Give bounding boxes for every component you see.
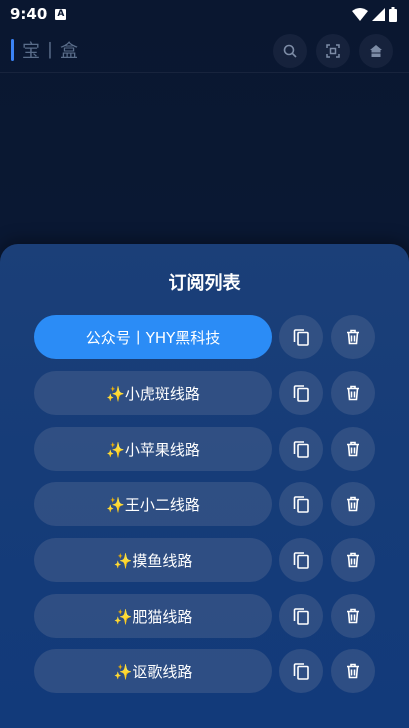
subscription-item[interactable]: ✨摸鱼线路 — [34, 538, 272, 582]
search-button[interactable] — [273, 34, 307, 68]
delete-button[interactable] — [331, 594, 375, 638]
subscription-item[interactable]: ✨小虎斑线路 — [34, 371, 272, 415]
battery-icon — [389, 6, 397, 22]
trash-icon — [347, 608, 359, 624]
copy-icon — [293, 608, 309, 625]
trash-icon — [347, 663, 359, 679]
copy-icon — [293, 441, 309, 458]
delete-button[interactable] — [331, 538, 375, 582]
trash-icon — [347, 441, 359, 457]
subscription-sheet: 订阅列表 公众号丨YHY黑科技 ✨小虎斑线路 ✨小苹果线路 ✨王小二线路 ✨摸鱼… — [0, 244, 409, 728]
home-button[interactable] — [359, 34, 393, 68]
trash-icon — [347, 496, 359, 512]
delete-button[interactable] — [331, 649, 375, 693]
delete-button[interactable] — [331, 315, 375, 359]
scan-icon — [326, 44, 340, 58]
app-title: 宝丨盒 — [22, 41, 79, 62]
subscription-row: ✨王小二线路 — [34, 482, 375, 526]
subscription-item[interactable]: 公众号丨YHY黑科技 — [34, 315, 272, 359]
subscription-item[interactable]: ✨王小二线路 — [34, 482, 272, 526]
home-icon — [370, 45, 382, 57]
copy-button[interactable] — [279, 649, 323, 693]
copy-button[interactable] — [279, 538, 323, 582]
subscription-row: ✨小苹果线路 — [34, 427, 375, 471]
copy-icon — [293, 552, 309, 569]
copy-button[interactable] — [279, 315, 323, 359]
scan-button[interactable] — [316, 34, 350, 68]
status-bar: 9:40 A — [0, 0, 409, 28]
copy-button[interactable] — [279, 594, 323, 638]
copy-button[interactable] — [279, 371, 323, 415]
subscription-item[interactable]: ✨讴歌线路 — [34, 649, 272, 693]
subscription-item[interactable]: ✨肥猫线路 — [34, 594, 272, 638]
sheet-title: 订阅列表 — [168, 273, 241, 294]
subscription-item[interactable]: ✨小苹果线路 — [34, 427, 272, 471]
trash-icon — [347, 552, 359, 568]
copy-button[interactable] — [279, 482, 323, 526]
subscription-row: ✨讴歌线路 — [34, 649, 375, 693]
subscription-row: ✨小虎斑线路 — [34, 371, 375, 415]
copy-icon — [293, 496, 309, 513]
signal-icon — [372, 7, 385, 21]
status-time: 9:40 — [10, 5, 48, 23]
delete-button[interactable] — [331, 427, 375, 471]
trash-icon — [347, 329, 359, 345]
copy-icon — [293, 385, 309, 402]
trash-icon — [347, 385, 359, 401]
delete-button[interactable] — [331, 371, 375, 415]
subscription-row: ✨摸鱼线路 — [34, 538, 375, 582]
title-accent-bar — [11, 39, 14, 61]
notification-badge: A — [55, 8, 67, 20]
copy-icon — [293, 663, 309, 680]
subscription-row: 公众号丨YHY黑科技 — [34, 315, 375, 359]
wifi-icon — [352, 7, 368, 21]
copy-icon — [293, 329, 309, 346]
search-icon — [283, 44, 297, 58]
delete-button[interactable] — [331, 482, 375, 526]
subscription-row: ✨肥猫线路 — [34, 594, 375, 638]
copy-button[interactable] — [279, 427, 323, 471]
app-header: 宝丨盒 — [0, 28, 409, 73]
